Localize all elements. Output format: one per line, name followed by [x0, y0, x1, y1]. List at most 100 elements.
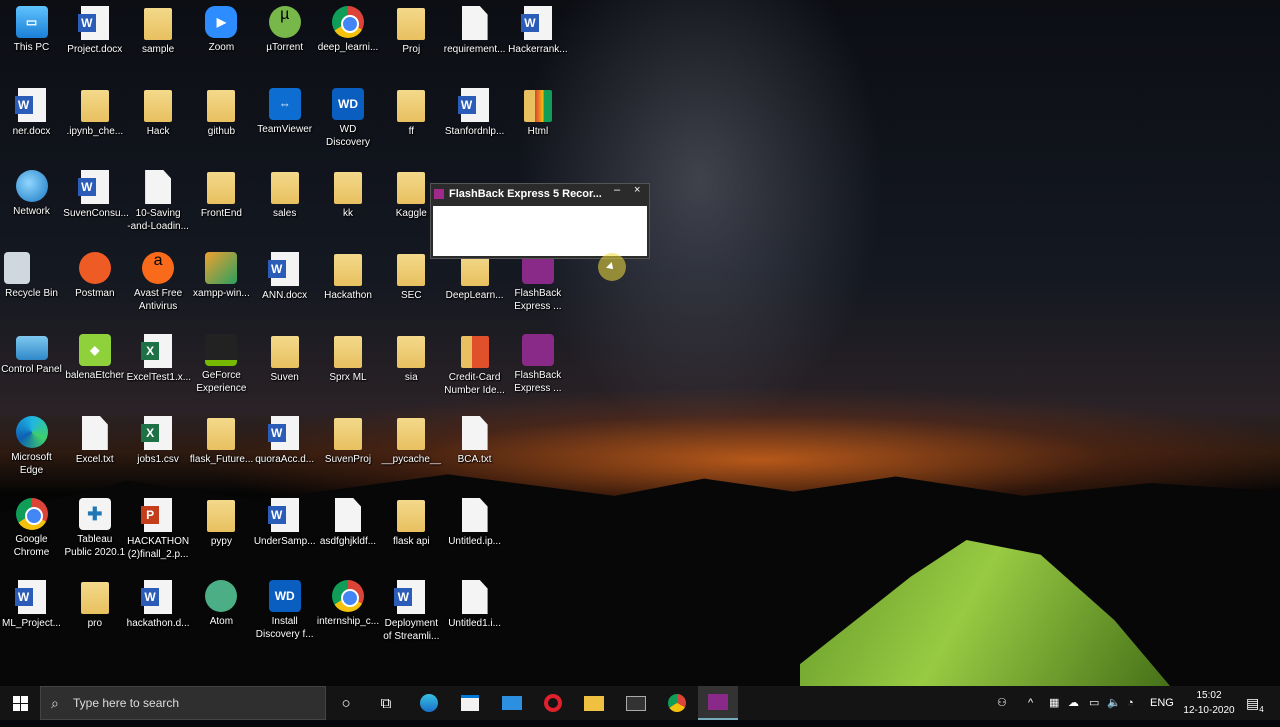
desktop-icon[interactable]: SuvenConsu... — [63, 166, 129, 246]
desktop-icon[interactable]: Html — [506, 84, 569, 164]
desktop-icon[interactable]: Hackathon — [317, 248, 380, 328]
desktop-icon[interactable]: Google Chrome — [0, 494, 63, 574]
desktop-icon[interactable]: requirement... — [443, 2, 506, 82]
file-explorer-taskbar-icon[interactable] — [574, 686, 614, 720]
flashback-recorder-window[interactable]: FlashBack Express 5 Recor... – × — [430, 183, 650, 259]
desktop-icon[interactable]: Hackerrank... — [506, 2, 569, 82]
language-indicator[interactable]: ENG — [1150, 686, 1174, 720]
icon-label: SuvenProj — [324, 454, 372, 465]
onedrive-icon[interactable]: ☁ — [1068, 686, 1079, 720]
desktop-icon[interactable]: Deployment of Streamli... — [380, 576, 443, 656]
desktop-icon[interactable]: DeepLearn... — [443, 248, 506, 328]
folder-icon — [397, 336, 426, 368]
desktop-icon[interactable]: Untitled1.i... — [443, 576, 506, 656]
desktop-icon[interactable]: ▶ Zoom — [190, 2, 253, 82]
start-button[interactable] — [0, 686, 40, 720]
show-hidden-icons-chevron[interactable]: ^ — [1028, 686, 1033, 720]
desktop-icon[interactable]: github — [190, 84, 253, 164]
desktop-icon[interactable]: flask api — [380, 494, 443, 574]
wifi-icon[interactable]: ◔ — [1127, 686, 1134, 720]
word-icon — [77, 6, 109, 40]
desktop-icon[interactable]: GeForce Experience — [190, 330, 253, 410]
desktop-icon[interactable]: jobs1.csv — [127, 412, 190, 492]
desktop-icon[interactable]: Control Panel — [0, 330, 63, 410]
desktop-icon[interactable]: Project.docx — [63, 2, 126, 82]
flashback-taskbar-icon[interactable] — [698, 686, 738, 720]
desktop-icon[interactable]: Suven — [253, 330, 316, 410]
icon-label: Recycle Bin — [5, 288, 58, 299]
close-button[interactable]: × — [634, 184, 640, 196]
desktop-icon[interactable]: ner.docx — [0, 84, 63, 164]
desktop-icon[interactable]: SuvenProj — [317, 412, 380, 492]
app-tray-icon[interactable]: ▦ — [1049, 686, 1059, 720]
file-icon — [81, 416, 108, 450]
desktop-icon[interactable]: ⇔ TeamViewer — [253, 84, 316, 164]
window-taskbar-icon[interactable] — [616, 686, 656, 720]
desktop-icon[interactable]: Proj — [380, 2, 443, 82]
desktop-icon[interactable]: ExcelTest1.x... — [127, 330, 191, 410]
desktop-icon[interactable]: pro — [63, 576, 126, 656]
wd-icon: WD — [332, 88, 364, 120]
search-box[interactable]: ⌕ Type here to search — [40, 686, 326, 720]
desktop-icon[interactable]: Hack — [127, 84, 190, 164]
desktop-icon[interactable]: Excel.txt — [63, 412, 126, 492]
people-icon[interactable]: ⚇ — [997, 686, 1007, 720]
desktop-icon[interactable]: ▭ This PC — [0, 2, 63, 82]
mail-taskbar-icon[interactable] — [492, 686, 532, 720]
desktop-icon[interactable]: FlashBack Express ... — [506, 248, 569, 328]
edge-taskbar-icon[interactable] — [409, 686, 449, 720]
desktop-icon[interactable]: ◆ balenaEtcher — [63, 330, 126, 410]
desktop-icon[interactable]: ANN.docx — [253, 248, 316, 328]
desktop-icon[interactable]: FlashBack Express ... — [506, 330, 569, 410]
battery-icon[interactable]: ▭ — [1089, 686, 1099, 720]
chrome-taskbar-icon[interactable] — [657, 686, 697, 720]
store-taskbar-icon[interactable] — [450, 686, 490, 720]
desktop-icon[interactable]: Recycle Bin — [0, 248, 63, 328]
desktop-icon[interactable]: µ µTorrent — [253, 2, 316, 82]
volume-icon[interactable]: 🔈 — [1107, 686, 1121, 720]
desktop-icon[interactable]: Atom — [190, 576, 253, 656]
desktop-icon[interactable]: hackathon.d... — [127, 576, 190, 656]
desktop-icon[interactable]: deep_learni... — [317, 2, 380, 82]
desktop-icon[interactable]: Credit-Card Number Ide... — [443, 330, 506, 410]
desktop-icon[interactable]: WD WD Discovery — [317, 84, 380, 164]
desktop-icon[interactable]: BCA.txt — [443, 412, 506, 492]
desktop-icon[interactable]: HACKATHON (2)finall_2.p... — [127, 494, 190, 574]
desktop-icon[interactable]: ff — [380, 84, 443, 164]
desktop-icon[interactable]: quoraAcc.d... — [253, 412, 316, 492]
desktop-icon[interactable]: asdfghjkldf... — [317, 494, 380, 574]
desktop-icon[interactable]: a Avast Free Antivirus — [127, 248, 190, 328]
desktop-icon[interactable]: sample — [127, 2, 190, 82]
opera-taskbar-icon[interactable] — [533, 686, 573, 720]
desktop-icon[interactable]: UnderSamp... — [253, 494, 316, 574]
desktop-icon[interactable]: Microsoft Edge — [0, 412, 63, 492]
desktop-icon[interactable]: ML_Project... — [0, 576, 63, 656]
desktop-icon[interactable]: Untitled.ip... — [443, 494, 506, 574]
desktop-icon[interactable]: FrontEnd — [190, 166, 253, 246]
desktop-icon[interactable]: WD Install Discovery f... — [253, 576, 316, 656]
desktop-icon[interactable]: Sprx ML — [317, 330, 380, 410]
task-view-button[interactable]: ⧉ — [366, 686, 406, 720]
icon-label: .ipynb_che... — [66, 126, 124, 137]
excel-icon — [141, 334, 173, 368]
desktop-icon[interactable]: .ipynb_che... — [63, 84, 126, 164]
desktop-icon[interactable]: sia — [380, 330, 443, 410]
clock[interactable]: 15:02 12-10-2020 — [1178, 688, 1240, 718]
desktop-icon[interactable]: sales — [253, 166, 316, 246]
desktop-icon[interactable]: SEC — [380, 248, 443, 328]
minimize-button[interactable]: – — [614, 184, 620, 196]
desktop-icon[interactable]: xampp-win... — [190, 248, 253, 328]
desktop-icon[interactable]: 10-Saving -and-Loadin... — [127, 166, 190, 246]
desktop-icon[interactable]: kk — [317, 166, 380, 246]
notifications-icon[interactable]: ▤4 — [1246, 686, 1264, 720]
desktop-icon[interactable]: internship_c... — [317, 576, 380, 656]
desktop-icon[interactable]: Stanfordnlp... — [443, 84, 506, 164]
desktop-icon[interactable]: __pycache__ — [380, 412, 443, 492]
desktop-icon[interactable]: ✚ Tableau Public 2020.1 — [63, 494, 126, 574]
desktop-icon[interactable]: Network — [0, 166, 63, 246]
cortana-button[interactable]: ○ — [326, 686, 366, 720]
desktop-icon[interactable]: Postman — [63, 248, 126, 328]
file-icon — [461, 580, 488, 614]
desktop-icon[interactable]: flask_Future... — [190, 412, 253, 492]
desktop-icon[interactable]: pypy — [190, 494, 253, 574]
